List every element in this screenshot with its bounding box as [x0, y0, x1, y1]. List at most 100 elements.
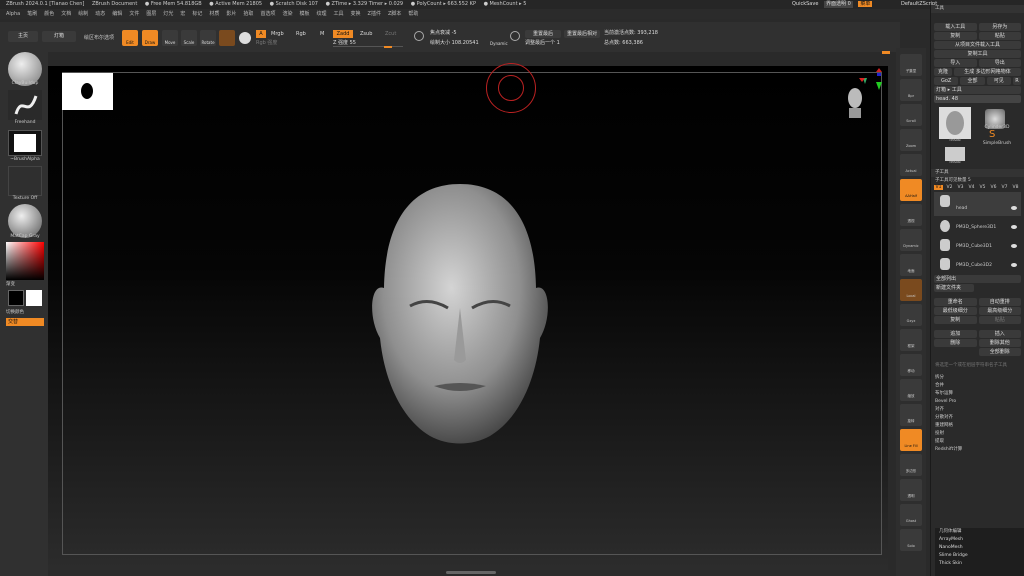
- geometry-header[interactable]: 几何体编辑: [935, 528, 1024, 536]
- delete-button[interactable]: 删除: [934, 339, 977, 347]
- geometry-item[interactable]: Slime Bridge: [935, 552, 1024, 560]
- subtool-header[interactable]: 子工具: [931, 169, 1024, 177]
- list-all-button[interactable]: 全部列出: [934, 275, 1021, 283]
- right-shelf-button[interactable]: 子集显: [900, 54, 922, 76]
- right-shelf-button[interactable]: 多边形: [900, 454, 922, 476]
- version-tab[interactable]: V8: [1011, 185, 1020, 190]
- export-button[interactable]: 导出: [978, 59, 1021, 67]
- zsub-toggle[interactable]: Zsub: [360, 30, 376, 38]
- mrgb-toggle[interactable]: Mrgb: [271, 30, 285, 38]
- load-tool-button[interactable]: 载入工具: [934, 23, 977, 31]
- version-tab[interactable]: V2: [945, 185, 954, 190]
- menu-item[interactable]: 宏: [180, 11, 185, 17]
- rename-button[interactable]: 重命名: [934, 298, 977, 306]
- menu-item[interactable]: 颜色: [44, 11, 54, 17]
- subtool-action[interactable]: 提取: [931, 438, 1024, 446]
- version-tab[interactable]: V4: [967, 185, 976, 190]
- menu-item[interactable]: 材质: [209, 11, 219, 17]
- focal-icon[interactable]: [414, 31, 424, 41]
- right-shelf-button[interactable]: Zoom: [900, 129, 922, 151]
- menu-item[interactable]: Alpha: [6, 11, 20, 17]
- menu-item[interactable]: 笔刷: [27, 11, 37, 17]
- quicksave-button[interactable]: QuickSave: [792, 1, 818, 7]
- secondary-color-swatch[interactable]: [26, 290, 42, 306]
- z-intensity-slider[interactable]: Z 强度 55: [333, 40, 403, 47]
- navigator-thumbnail[interactable]: [62, 73, 113, 110]
- version-tab[interactable]: V5: [978, 185, 987, 190]
- copy-tool-button[interactable]: 复制: [934, 32, 977, 40]
- eye-icon[interactable]: [1011, 244, 1017, 248]
- menu-item[interactable]: 模板: [299, 11, 309, 17]
- stroke-icon[interactable]: [8, 90, 42, 120]
- menu-item[interactable]: 变换: [351, 11, 361, 17]
- paste-tool-button[interactable]: 粘贴: [978, 32, 1021, 40]
- menu-item[interactable]: Z插件: [368, 11, 381, 17]
- tool-thumb-head-small[interactable]: [945, 147, 965, 161]
- alpha-icon[interactable]: [8, 130, 42, 156]
- subtool-action[interactable]: 拆分: [931, 374, 1024, 382]
- rgb-intensity-slider[interactable]: Rgb 强度: [256, 40, 326, 47]
- subtool-item[interactable]: PM3D_Cube3D2: [934, 255, 1021, 273]
- insert-button[interactable]: 插入: [978, 330, 1021, 338]
- orientation-gizmo[interactable]: [843, 78, 867, 122]
- right-shelf-button[interactable]: 旋转: [900, 404, 922, 426]
- right-shelf-button[interactable]: Bpr: [900, 79, 922, 101]
- zadd-toggle[interactable]: Zadd: [333, 30, 353, 38]
- menu-item[interactable]: 动态: [95, 11, 105, 17]
- transparency-slider[interactable]: 界面透明 0: [824, 1, 853, 8]
- draw-size-slider[interactable]: 绘制大小 108.20541: [430, 40, 490, 47]
- clone-button[interactable]: 克隆: [934, 68, 952, 76]
- menu-item[interactable]: 标记: [192, 11, 202, 17]
- right-shelf-button[interactable]: 地面: [900, 254, 922, 276]
- redshift-item[interactable]: Redshift计算: [931, 446, 1024, 454]
- geometry-item[interactable]: Thick Skin: [935, 560, 1024, 568]
- subtool-item[interactable]: head: [934, 192, 1021, 216]
- lightbox-button[interactable]: 灯箱: [42, 31, 76, 42]
- menu-item[interactable]: 帮助: [408, 11, 418, 17]
- reset-last-relative-button[interactable]: 重置最后相对: [564, 30, 600, 38]
- all-high-button[interactable]: 最高级细分: [978, 307, 1021, 315]
- menu-item[interactable]: 图层: [146, 11, 156, 17]
- subtool-action[interactable]: Bevel Pro: [931, 398, 1024, 406]
- menu-item[interactable]: 绘制: [78, 11, 88, 17]
- adjust-last-slider[interactable]: 调整最后一个 1: [525, 40, 600, 47]
- menu-item[interactable]: 拾取: [243, 11, 253, 17]
- right-shelf-button[interactable]: 透视: [900, 204, 922, 226]
- all-button[interactable]: 全部: [960, 77, 985, 85]
- right-shelf-button[interactable]: 透明: [900, 479, 922, 501]
- all-low-button[interactable]: 最低级细分: [934, 307, 977, 315]
- geometry-item[interactable]: NanoMesh: [935, 544, 1024, 552]
- right-shelf-button[interactable]: Line Fill: [900, 429, 922, 451]
- subtool-action[interactable]: 合并: [931, 382, 1024, 390]
- visible-button[interactable]: 可见: [986, 77, 1011, 85]
- eye-icon[interactable]: [1011, 225, 1017, 229]
- tool-header[interactable]: 工具: [931, 5, 1024, 13]
- right-shelf-button[interactable]: Ghost: [900, 504, 922, 526]
- color-picker[interactable]: [6, 242, 44, 280]
- edit-button[interactable]: Edit: [122, 30, 138, 46]
- right-shelf-button[interactable]: Scroll: [900, 104, 922, 126]
- a-toggle[interactable]: A: [256, 30, 266, 38]
- adjust-icon[interactable]: [510, 31, 520, 41]
- menu-item[interactable]: 文件: [129, 11, 139, 17]
- subtool-item[interactable]: PM3D_Cube3D1: [934, 236, 1021, 254]
- subtool-action[interactable]: 分散对齐: [931, 414, 1024, 422]
- append-button[interactable]: 追加: [934, 330, 977, 338]
- paste-subtool-button[interactable]: 粘贴: [978, 316, 1021, 324]
- home-button[interactable]: 主页: [8, 31, 38, 42]
- move-button[interactable]: Move: [162, 30, 178, 46]
- focal-shift-slider[interactable]: 焦点衰减 -5: [430, 30, 500, 37]
- simplebrush-icon[interactable]: S: [989, 130, 1001, 140]
- menu-toggle-button[interactable]: 菜单: [858, 1, 873, 7]
- right-shelf-button[interactable]: AAHalf: [900, 179, 922, 201]
- menu-item[interactable]: 工具: [334, 11, 344, 17]
- sphere-icon[interactable]: [239, 32, 251, 44]
- menu-item[interactable]: 首选项: [260, 11, 275, 17]
- reset-last-button[interactable]: 重置最后: [525, 30, 561, 38]
- head-slider[interactable]: head. 48: [934, 95, 1021, 103]
- version-tab[interactable]: V1: [934, 185, 943, 190]
- version-tab[interactable]: V3: [956, 185, 965, 190]
- menu-item[interactable]: 影片: [226, 11, 236, 17]
- version-tab[interactable]: V6: [989, 185, 998, 190]
- right-shelf-button[interactable]: Dynamic: [900, 229, 922, 251]
